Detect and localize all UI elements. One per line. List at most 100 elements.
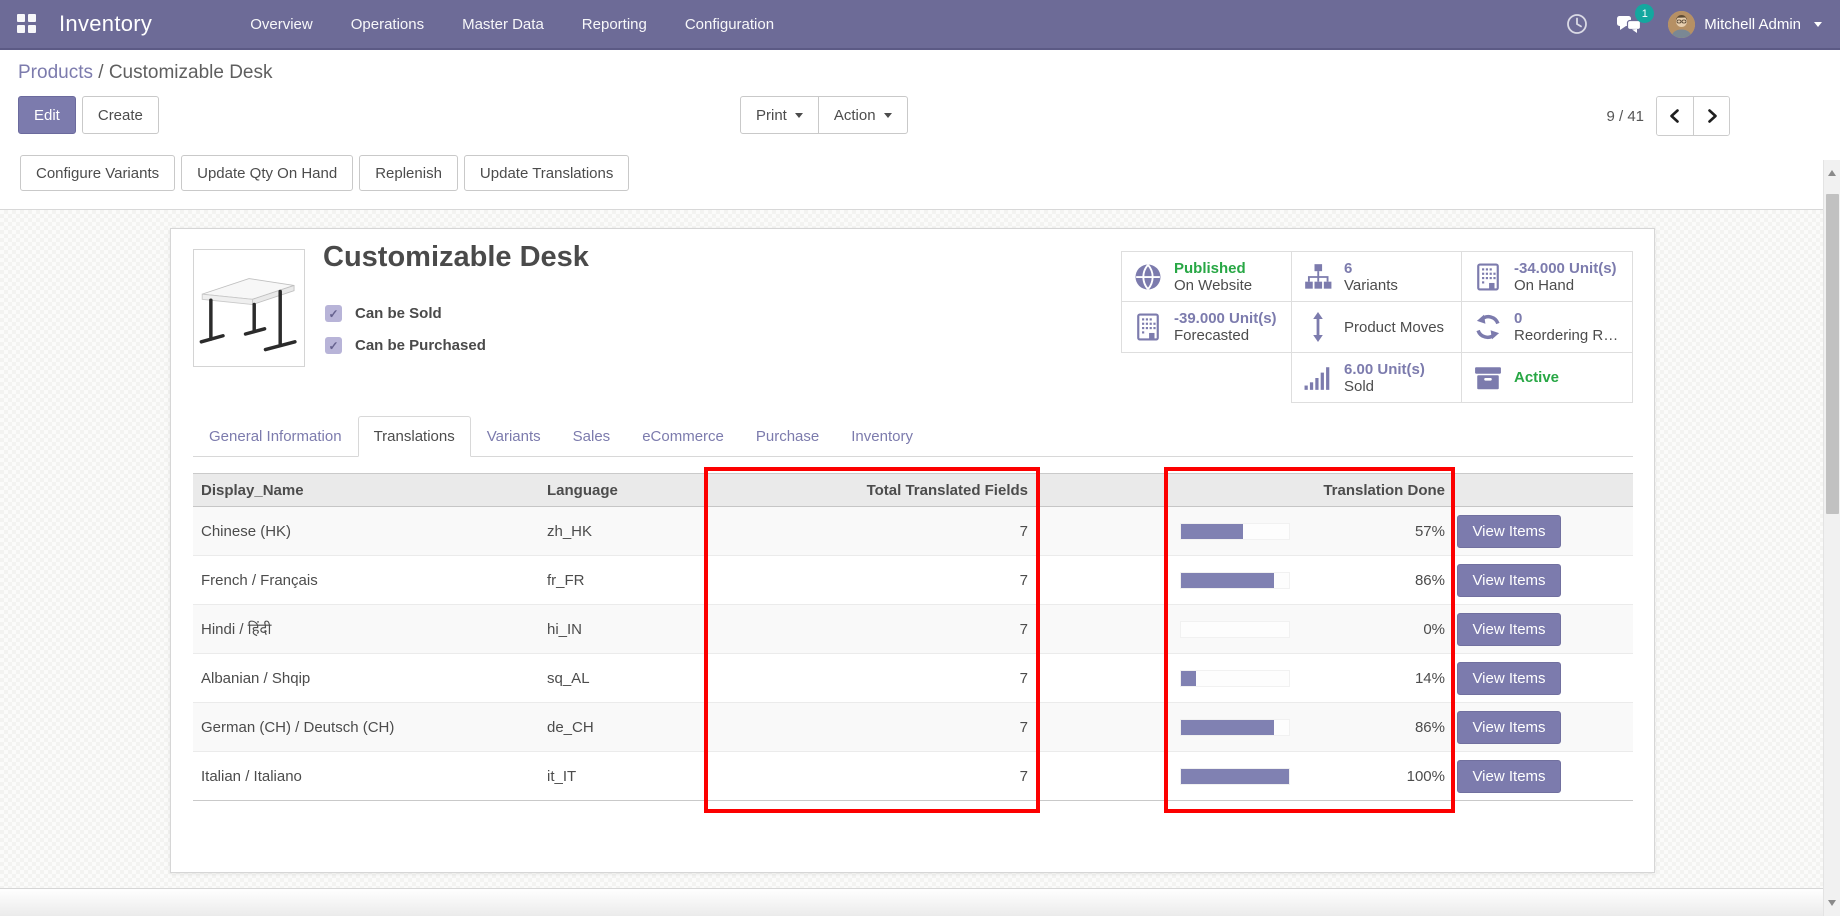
stat-button-website[interactable]: Published On Website: [1121, 251, 1292, 302]
view-items-button[interactable]: View Items: [1457, 563, 1561, 597]
stat-button-on-hand[interactable]: -34.000 Unit(s) On Hand: [1461, 251, 1633, 302]
tab-translations[interactable]: Translations: [357, 416, 471, 457]
progress-bar: [1180, 571, 1290, 589]
user-caret-down-icon: [1814, 21, 1822, 27]
pager: 9 / 41: [1606, 96, 1730, 136]
row-display-name: Italian / Italiano: [201, 767, 302, 785]
update-translations-button[interactable]: Update Translations: [463, 155, 630, 191]
tab-general-information[interactable]: General Information: [193, 416, 358, 457]
product-form-sheet: Customizable Desk ✓ Can be Sold ✓ Can be…: [170, 228, 1655, 873]
stat-button-reordering[interactable]: 0 Reordering R…: [1461, 301, 1633, 353]
table-row[interactable]: Hindi / हिंदी hi_IN 7 0% View Items: [193, 605, 1633, 654]
stat-button-product-moves[interactable]: Product Moves: [1291, 301, 1462, 353]
configure-variants-button[interactable]: Configure Variants: [20, 155, 176, 191]
header-translation-done[interactable]: Translation Done: [1168, 482, 1453, 499]
pager-next-button[interactable]: [1693, 97, 1729, 135]
row-language: zh_HK: [547, 522, 593, 540]
stat-button-variants[interactable]: 6 Variants: [1291, 251, 1462, 302]
row-display-name: Chinese (HK): [201, 522, 292, 540]
print-caret-down-icon: [794, 112, 803, 118]
breadcrumb-products-link[interactable]: Products: [18, 62, 93, 83]
user-name: Mitchell Admin: [1704, 15, 1801, 33]
pager-previous-button[interactable]: [1657, 97, 1693, 135]
variants-count: 6: [1344, 259, 1353, 277]
progress-bar: [1180, 669, 1290, 687]
scroll-down-arrow-icon[interactable]: [1828, 900, 1836, 906]
product-moves-label: Product Moves: [1344, 318, 1445, 336]
view-items-button[interactable]: View Items: [1457, 514, 1561, 548]
tab-inventory[interactable]: Inventory: [835, 416, 929, 457]
app-name[interactable]: Inventory: [59, 11, 152, 37]
row-done-pct: 86%: [1414, 718, 1445, 736]
on-hand-value: -34.000 Unit(s): [1514, 259, 1617, 277]
archive-box-icon: [1471, 365, 1505, 391]
table-row[interactable]: Chinese (HK) zh_HK 7 57% View Items: [193, 507, 1633, 556]
scrollbar-thumb[interactable]: [1826, 194, 1839, 514]
create-button[interactable]: Create: [81, 96, 159, 134]
view-items-button[interactable]: View Items: [1457, 710, 1561, 744]
action-dropdown-button[interactable]: Action: [817, 96, 908, 134]
view-items-button[interactable]: View Items: [1457, 612, 1561, 646]
can-be-purchased-checkbox[interactable]: ✓: [325, 337, 342, 354]
row-display-name: French / Français: [201, 571, 318, 589]
vertical-scrollbar[interactable]: [1823, 160, 1840, 916]
table-row[interactable]: Italian / Italiano it_IT 7 100% View Ite…: [193, 752, 1633, 801]
tab-variants[interactable]: Variants: [471, 416, 557, 457]
row-total-fields: 7: [1019, 522, 1028, 540]
menu-master-data[interactable]: Master Data: [462, 16, 544, 33]
header-total-translated-fields[interactable]: Total Translated Fields: [708, 482, 1038, 499]
notebook-tabs: General Information Translations Variant…: [193, 415, 1633, 457]
table-row[interactable]: Albanian / Shqip sq_AL 7 14% View Items: [193, 654, 1633, 703]
stat-button-active[interactable]: Active: [1461, 352, 1633, 403]
progress-bar: [1180, 522, 1290, 540]
menu-overview[interactable]: Overview: [250, 16, 313, 33]
row-done-pct: 100%: [1406, 767, 1445, 785]
table-row[interactable]: French / Français fr_FR 7 86% View Items: [193, 556, 1633, 605]
object-toolbar: Configure Variants Update Qty On Hand Re…: [20, 155, 630, 191]
product-image[interactable]: [193, 249, 305, 367]
table-row[interactable]: German (CH) / Deutsch (CH) de_CH 7 86% V…: [193, 703, 1633, 752]
apps-menu-icon[interactable]: [17, 14, 37, 34]
print-dropdown-button[interactable]: Print: [740, 96, 819, 134]
sold-value: 6.00 Unit(s): [1344, 360, 1425, 378]
menu-reporting[interactable]: Reporting: [582, 16, 647, 33]
product-title: Customizable Desk: [323, 241, 589, 273]
stat-button-sold[interactable]: 6.00 Unit(s) Sold: [1291, 352, 1462, 403]
reordering-count: 0: [1514, 310, 1523, 327]
user-menu[interactable]: Mitchell Admin: [1668, 10, 1822, 38]
forecasted-label: Forecasted: [1174, 327, 1250, 344]
table-header-row: Display_Name Language Total Translated F…: [193, 473, 1633, 507]
menu-operations[interactable]: Operations: [351, 16, 424, 33]
forecasted-value: -39.000 Unit(s): [1174, 310, 1277, 327]
globe-icon: [1131, 262, 1165, 292]
message-count-badge: 1: [1635, 4, 1655, 23]
messages-icon[interactable]: 1: [1616, 4, 1655, 37]
tab-purchase[interactable]: Purchase: [740, 416, 835, 457]
progress-bar: [1180, 767, 1290, 785]
row-done-pct: 57%: [1414, 522, 1445, 540]
tab-ecommerce[interactable]: eCommerce: [626, 416, 740, 457]
header-language[interactable]: Language: [543, 482, 708, 499]
menu-configuration[interactable]: Configuration: [685, 16, 774, 33]
progress-bar: [1180, 718, 1290, 736]
row-total-fields: 7: [1019, 620, 1028, 638]
replenish-button[interactable]: Replenish: [359, 155, 458, 191]
view-items-button[interactable]: View Items: [1457, 661, 1561, 695]
update-qty-on-hand-button[interactable]: Update Qty On Hand: [181, 155, 354, 191]
scroll-up-arrow-icon[interactable]: [1828, 170, 1836, 176]
action-caret-down-icon: [883, 112, 892, 118]
tab-sales[interactable]: Sales: [557, 416, 627, 457]
on-hand-label: On Hand: [1514, 276, 1575, 294]
activities-clock-icon[interactable]: [1564, 11, 1590, 37]
row-language: it_IT: [547, 767, 577, 785]
building-icon: [1131, 312, 1165, 342]
stat-button-forecasted[interactable]: -39.000 Unit(s) Forecasted: [1121, 301, 1292, 353]
can-be-sold-label: Can be Sold: [355, 305, 442, 322]
row-done-pct: 14%: [1414, 669, 1445, 687]
control-panel: Products / Customizable Desk Edit Create…: [0, 50, 1840, 210]
can-be-sold-checkbox[interactable]: ✓: [325, 305, 342, 322]
view-items-button[interactable]: View Items: [1457, 759, 1561, 793]
refresh-icon: [1471, 313, 1505, 341]
header-display-name[interactable]: Display_Name: [193, 482, 543, 499]
edit-button[interactable]: Edit: [18, 96, 76, 134]
